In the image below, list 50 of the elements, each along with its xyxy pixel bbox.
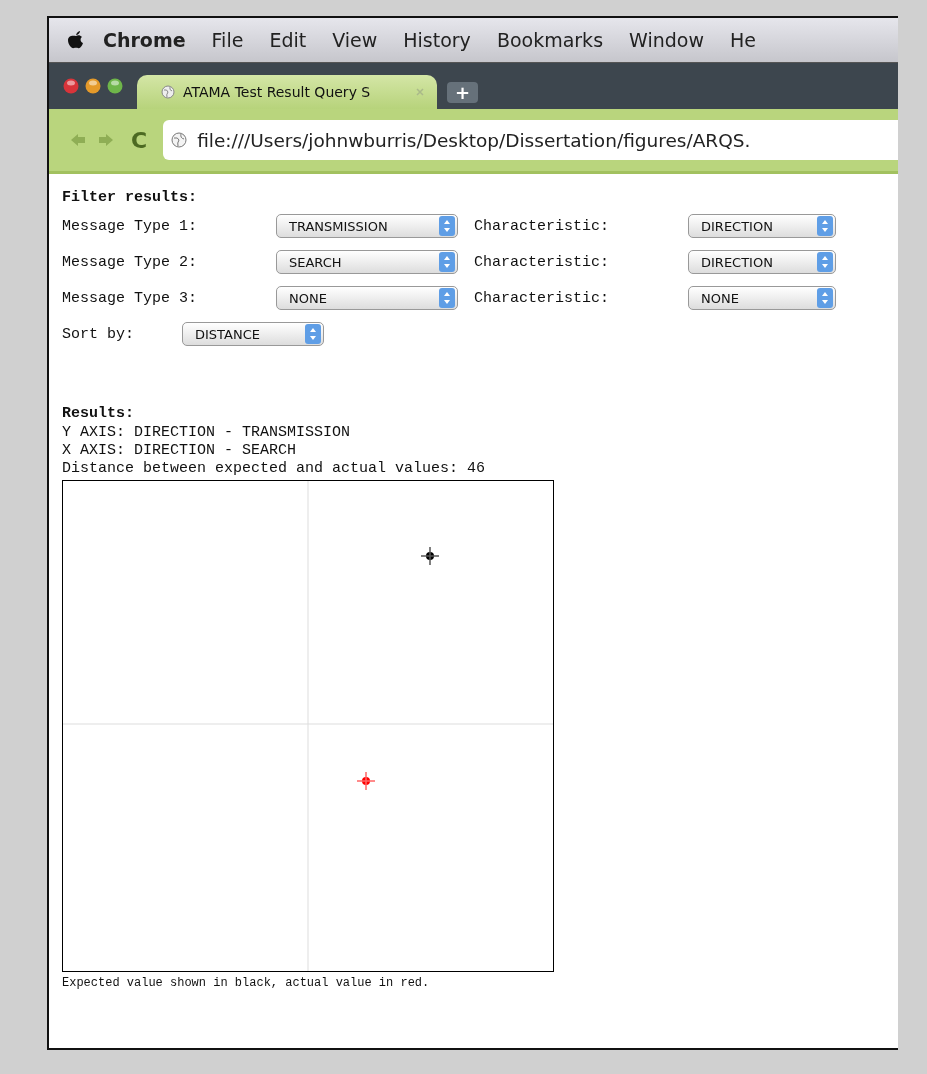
menu-item[interactable]: View (332, 29, 378, 51)
field-label: Characteristic: (474, 217, 611, 235)
field-label: Message Type 1: (62, 217, 199, 235)
dropdown[interactable]: SEARCH (276, 250, 458, 274)
window-control-icon (107, 78, 123, 94)
section-heading: Results: (62, 404, 135, 424)
globe-icon (171, 132, 188, 148)
window-control-icon (85, 78, 101, 94)
stepper-icon (817, 216, 833, 236)
dropdown[interactable]: DIRECTION (688, 214, 836, 238)
dropdown[interactable]: TRANSMISSION (276, 214, 458, 238)
dropdown[interactable]: NONE (276, 286, 458, 310)
stepper-icon (439, 252, 455, 272)
menu-item[interactable]: Edit (269, 29, 307, 51)
browser-tab[interactable]: ATAMA Test Result Query S (137, 75, 437, 109)
dropdown[interactable]: NONE (688, 286, 836, 310)
dropdown[interactable]: DISTANCE (182, 322, 324, 346)
forward-arrow-icon (97, 132, 115, 148)
result-text: Distance between expected and actual values: 46 (62, 460, 487, 478)
field-label: Characteristic: (474, 289, 611, 307)
stepper-icon (817, 252, 833, 272)
result-text: X AXIS: DIRECTION - SEARCH (62, 442, 298, 460)
field-label: Message Type 2: (62, 253, 199, 271)
stepper-icon (305, 324, 321, 344)
menu-item[interactable]: History (403, 29, 471, 51)
url-text: file:///Users/johnwburris/Desktop/Dissertation/figures/ARQS. (197, 129, 751, 151)
result-text: Y AXIS: DIRECTION - TRANSMISSION (62, 424, 352, 442)
menu-item[interactable]: Chrome (103, 29, 186, 51)
window-control-icon (63, 78, 79, 94)
menu-item[interactable]: File (211, 29, 244, 51)
close-icon (415, 87, 425, 97)
dropdown[interactable]: DIRECTION (688, 250, 836, 274)
field-label: Sort by: (62, 325, 135, 343)
tab-title: ATAMA Test Result Query S (183, 84, 372, 100)
apple-icon (67, 30, 85, 50)
plot-caption: Expected value shown in black, actual value in red. (62, 976, 431, 990)
field-label: Message Type 3: (62, 289, 199, 307)
stepper-icon (439, 288, 455, 308)
back-arrow-icon (69, 132, 87, 148)
menu-item[interactable]: Window (629, 29, 704, 51)
globe-icon (161, 85, 175, 99)
reload-button[interactable]: C (131, 127, 148, 153)
menu-item[interactable]: He (729, 29, 756, 51)
stepper-icon (817, 288, 833, 308)
menu-item[interactable]: Bookmarks (496, 29, 604, 51)
address-field[interactable]: file:///Users/johnwburris/Desktop/Dissertation/figures/ARQS. (163, 120, 898, 160)
stepper-icon (439, 216, 455, 236)
section-heading: Filter results: (62, 188, 199, 208)
new-tab-button[interactable]: + (447, 82, 479, 103)
field-label: Characteristic: (474, 253, 611, 271)
